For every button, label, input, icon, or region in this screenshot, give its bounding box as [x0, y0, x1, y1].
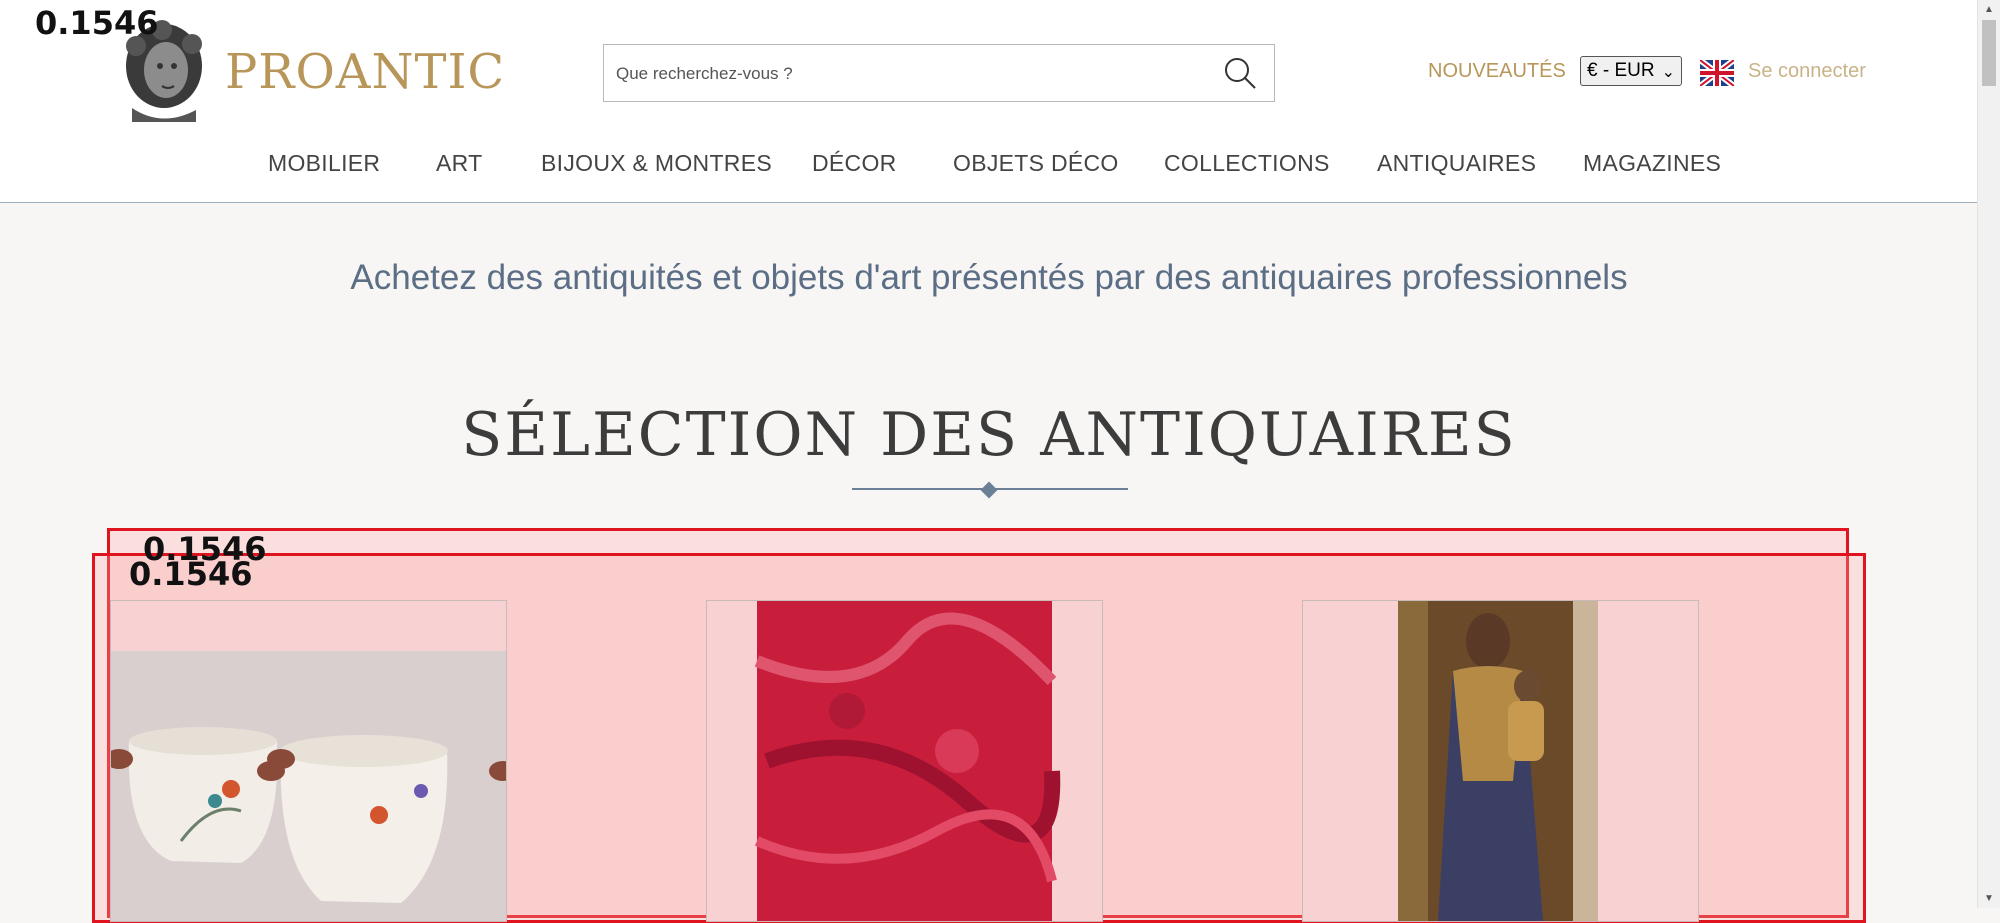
product-card-madonna[interactable]	[1302, 600, 1699, 922]
scroll-down-icon[interactable]: ▼	[1984, 893, 1994, 904]
nav-item-antiquaires[interactable]: ANTIQUAIRES	[1377, 150, 1536, 177]
tagline: Achetez des antiquités et objets d'art p…	[350, 258, 1628, 297]
product-card-porcelain[interactable]	[110, 600, 507, 922]
search-input[interactable]	[614, 55, 1198, 93]
chevron-down-icon: ⌄	[1661, 64, 1675, 81]
new-arrivals-link[interactable]: NOUVEAUTÉS	[1428, 60, 1566, 83]
currency-select[interactable]: € - EUR ⌄	[1580, 56, 1682, 86]
nav-item-art[interactable]: ART	[436, 150, 483, 177]
nav-item-objets-deco[interactable]: OBJETS DÉCO	[953, 150, 1119, 177]
product-image-silk[interactable]	[707, 601, 1102, 921]
site-header: PROANTIC NOUVEAUTÉS € - EUR ⌄ Se connect…	[0, 0, 1978, 203]
search-box	[603, 44, 1275, 102]
nav-item-bijoux[interactable]: BIJOUX & MONTRES	[541, 150, 772, 177]
product-image-madonna[interactable]	[1303, 601, 1698, 921]
uk-flag-icon[interactable]	[1700, 60, 1734, 86]
search-icon[interactable]	[1222, 55, 1258, 91]
nav-item-decor[interactable]: DÉCOR	[812, 150, 897, 177]
overlay-score-label: 0.1546	[35, 4, 159, 42]
product-card-silk[interactable]	[706, 600, 1103, 922]
main-nav: MOBILIER ART BIJOUX & MONTRES DÉCOR OBJE…	[0, 150, 1978, 180]
nav-item-collections[interactable]: COLLECTIONS	[1164, 150, 1330, 177]
scroll-up-icon[interactable]: ▲	[1984, 4, 1994, 15]
login-link[interactable]: Se connecter	[1748, 60, 1866, 83]
product-image-porcelain[interactable]	[111, 601, 506, 921]
page-scrollbar[interactable]: ▲ ▼	[1977, 0, 2000, 908]
section-title: SÉLECTION DES ANTIQUAIRES	[461, 400, 1517, 470]
currency-value: € - EUR	[1587, 60, 1655, 81]
nav-item-magazines[interactable]: MAGAZINES	[1583, 150, 1721, 177]
nav-item-mobilier[interactable]: MOBILIER	[268, 150, 380, 177]
brand-logo-text[interactable]: PROANTIC	[225, 44, 505, 100]
overlay-score-label: 0.1546	[129, 555, 253, 593]
scroll-thumb[interactable]	[1982, 20, 1996, 86]
divider-diamond	[980, 481, 998, 499]
